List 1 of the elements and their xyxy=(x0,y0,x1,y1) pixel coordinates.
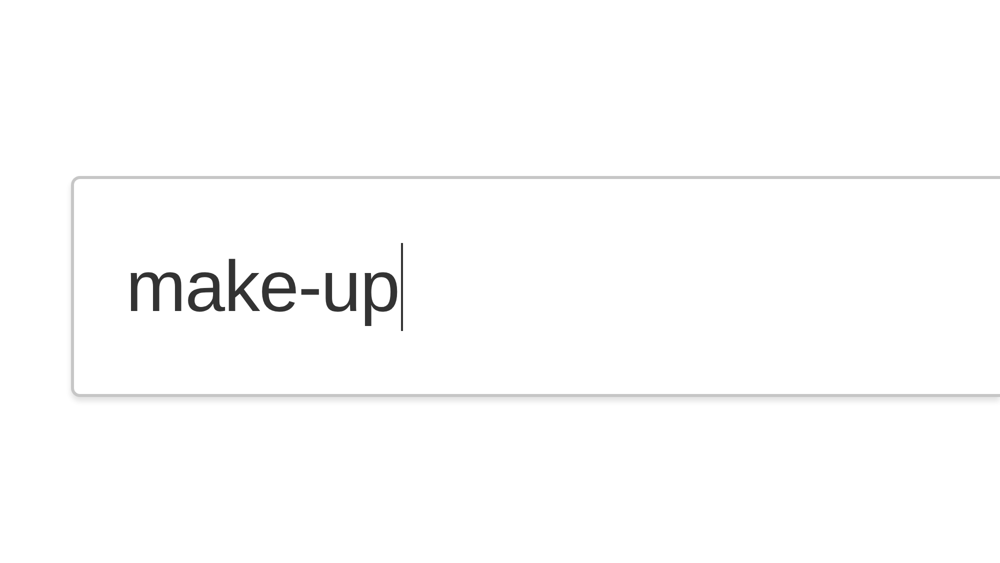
text-field[interactable]: make-up xyxy=(71,176,1000,397)
